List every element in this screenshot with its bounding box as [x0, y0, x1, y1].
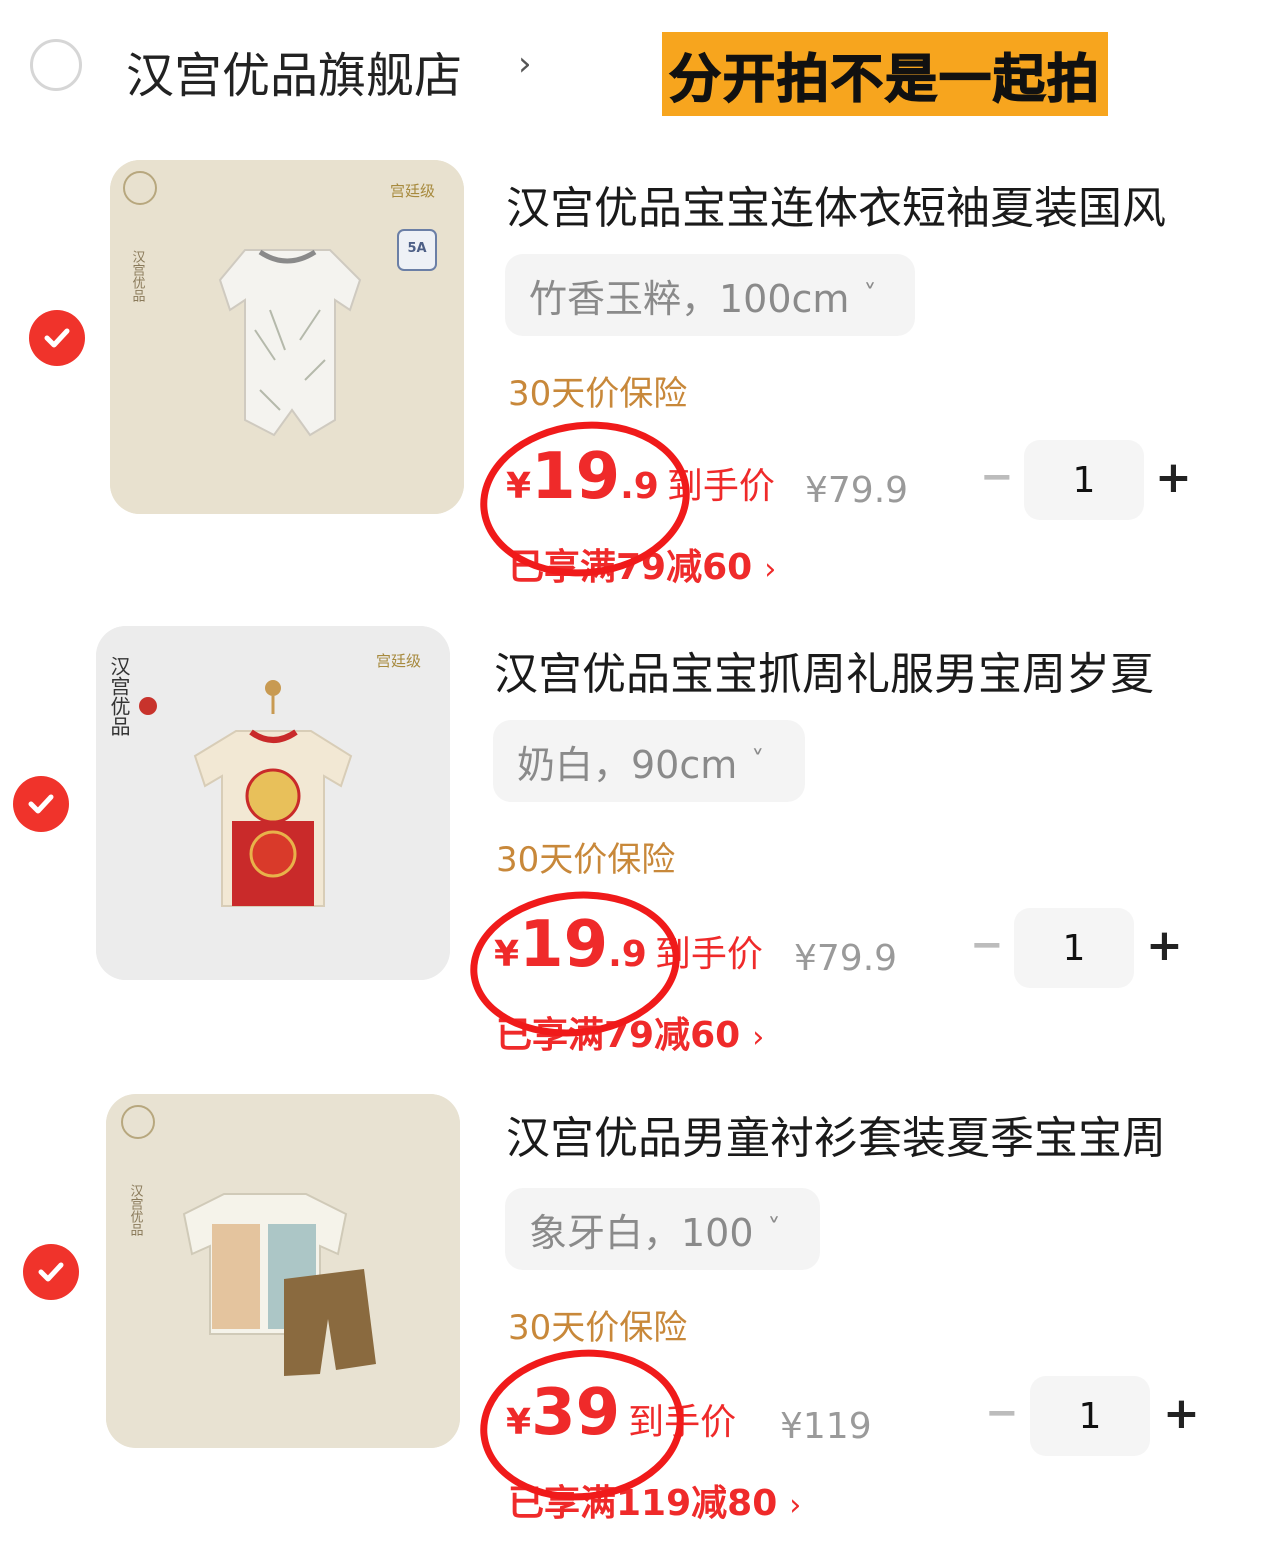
- sku-text: 象牙白，100: [529, 1210, 754, 1255]
- price-insurance-label: 30天价保险: [508, 374, 688, 414]
- product-title[interactable]: 汉宫优品宝宝连体衣短袖夏装国风: [506, 172, 1166, 236]
- quantity-input[interactable]: 1: [1024, 440, 1144, 520]
- decrease-quantity-button[interactable]: −: [970, 922, 1004, 968]
- discount-info[interactable]: 已享满79减60 ›: [496, 1006, 764, 1058]
- price-currency: ¥: [506, 1402, 532, 1443]
- item-checkbox[interactable]: [23, 1244, 79, 1300]
- store-chevron-icon[interactable]: ›: [518, 44, 532, 84]
- price-label: 到手价: [654, 934, 763, 975]
- quantity-input[interactable]: 1: [1030, 1376, 1150, 1456]
- price-currency: ¥: [494, 934, 520, 975]
- checkmark-icon: [28, 794, 54, 814]
- discount-text: 已享满79减60: [508, 547, 753, 588]
- quantity-value: 1: [1078, 1395, 1102, 1437]
- discount-text: 已享满79减60: [496, 1015, 741, 1056]
- chevron-down-icon: ˅: [767, 1214, 781, 1244]
- price-decimal: .9: [608, 934, 647, 975]
- original-price: ¥79.9: [805, 470, 909, 511]
- svg-text:宫廷级: 宫廷级: [376, 653, 421, 670]
- cart-item: 汉宫优品 宫廷级 5A 汉宫优品宝宝连体衣短袖夏装国风 竹香玉粹，100cm ˅…: [0, 140, 1280, 610]
- cart-item: 汉宫优品 宫廷级 汉宫优品宝宝抓周礼服男宝周岁夏 奶白，90cm ˅ 30天价保…: [0, 606, 1280, 1076]
- svg-text:汉宫优品: 汉宫优品: [131, 250, 146, 302]
- chevron-right-icon: ›: [752, 1020, 765, 1055]
- svg-text:宫廷级: 宫廷级: [390, 183, 435, 200]
- svg-text:汉宫优品: 汉宫优品: [129, 1184, 144, 1236]
- discount-info[interactable]: 已享满119减80 ›: [508, 1474, 801, 1526]
- sku-text: 奶白，90cm: [517, 742, 738, 787]
- price-insurance-label: 30天价保险: [508, 1308, 688, 1348]
- item-checkbox[interactable]: [29, 310, 85, 366]
- checkmark-icon: [38, 1262, 64, 1282]
- original-price: ¥79.9: [794, 938, 898, 979]
- product-title[interactable]: 汉宫优品宝宝抓周礼服男宝周岁夏: [494, 638, 1154, 702]
- original-price: ¥119: [780, 1406, 872, 1447]
- store-name[interactable]: 汉宫优品旗舰店: [126, 36, 462, 106]
- increase-quantity-button[interactable]: +: [1146, 920, 1183, 971]
- price-integer: 19: [531, 440, 621, 514]
- product-thumbnail[interactable]: 汉宫优品: [106, 1094, 460, 1448]
- decrease-quantity-button[interactable]: −: [985, 1390, 1019, 1436]
- svg-text:汉宫优品: 汉宫优品: [107, 656, 130, 736]
- baby-romper-image: 汉宫优品 宫廷级 5A: [110, 160, 464, 514]
- price-integer: 39: [531, 1376, 621, 1450]
- quantity-input[interactable]: 1: [1014, 908, 1134, 988]
- increase-quantity-button[interactable]: +: [1163, 1388, 1200, 1439]
- decrease-quantity-button[interactable]: −: [980, 454, 1014, 500]
- sku-selector[interactable]: 奶白，90cm ˅: [493, 720, 805, 802]
- increase-quantity-button[interactable]: +: [1155, 452, 1192, 503]
- final-price: ¥19.9 到手价: [494, 908, 763, 982]
- price-decimal: .9: [620, 466, 659, 507]
- item-checkbox[interactable]: [13, 776, 69, 832]
- product-title[interactable]: 汉宫优品男童衬衫套装夏季宝宝周: [506, 1102, 1166, 1166]
- chevron-right-icon: ›: [764, 552, 777, 587]
- chevron-down-icon: ˅: [751, 746, 765, 776]
- price-label: 到手价: [666, 466, 775, 507]
- boys-shirt-set-image: 汉宫优品: [106, 1094, 460, 1448]
- sku-selector[interactable]: 象牙白，100 ˅: [505, 1188, 820, 1270]
- quantity-value: 1: [1072, 459, 1096, 501]
- chevron-right-icon: ›: [789, 1488, 802, 1523]
- product-thumbnail[interactable]: 汉宫优品 宫廷级 5A: [110, 160, 464, 514]
- price-label: 到手价: [628, 1402, 737, 1443]
- svg-text:5A: 5A: [407, 241, 426, 256]
- baby-tiger-romper-image: 汉宫优品 宫廷级: [96, 626, 450, 980]
- checkmark-icon: [44, 328, 70, 348]
- sku-selector[interactable]: 竹香玉粹，100cm ˅: [505, 254, 915, 336]
- price-insurance-label: 30天价保险: [496, 840, 676, 880]
- chevron-down-icon: ˅: [863, 280, 877, 310]
- sku-text: 竹香玉粹，100cm: [529, 276, 850, 321]
- discount-text: 已享满119减80: [508, 1483, 778, 1524]
- annotation-banner-text: 分开拍不是一起拍: [668, 49, 1101, 111]
- quantity-value: 1: [1062, 927, 1086, 969]
- price-currency: ¥: [506, 466, 532, 507]
- discount-info[interactable]: 已享满79减60 ›: [508, 538, 776, 590]
- final-price: ¥39 到手价: [506, 1376, 736, 1450]
- store-select-radio[interactable]: [30, 39, 82, 91]
- final-price: ¥19.9 到手价: [506, 440, 775, 514]
- annotation-banner: 分开拍不是一起拍: [662, 32, 1108, 116]
- price-integer: 19: [519, 908, 609, 982]
- product-thumbnail[interactable]: 汉宫优品 宫廷级: [96, 626, 450, 980]
- cart-item: 汉宫优品 汉宫优品男童衬衫套装夏季宝宝周 象牙白，100 ˅ 30天价保险 ¥3…: [0, 1074, 1280, 1544]
